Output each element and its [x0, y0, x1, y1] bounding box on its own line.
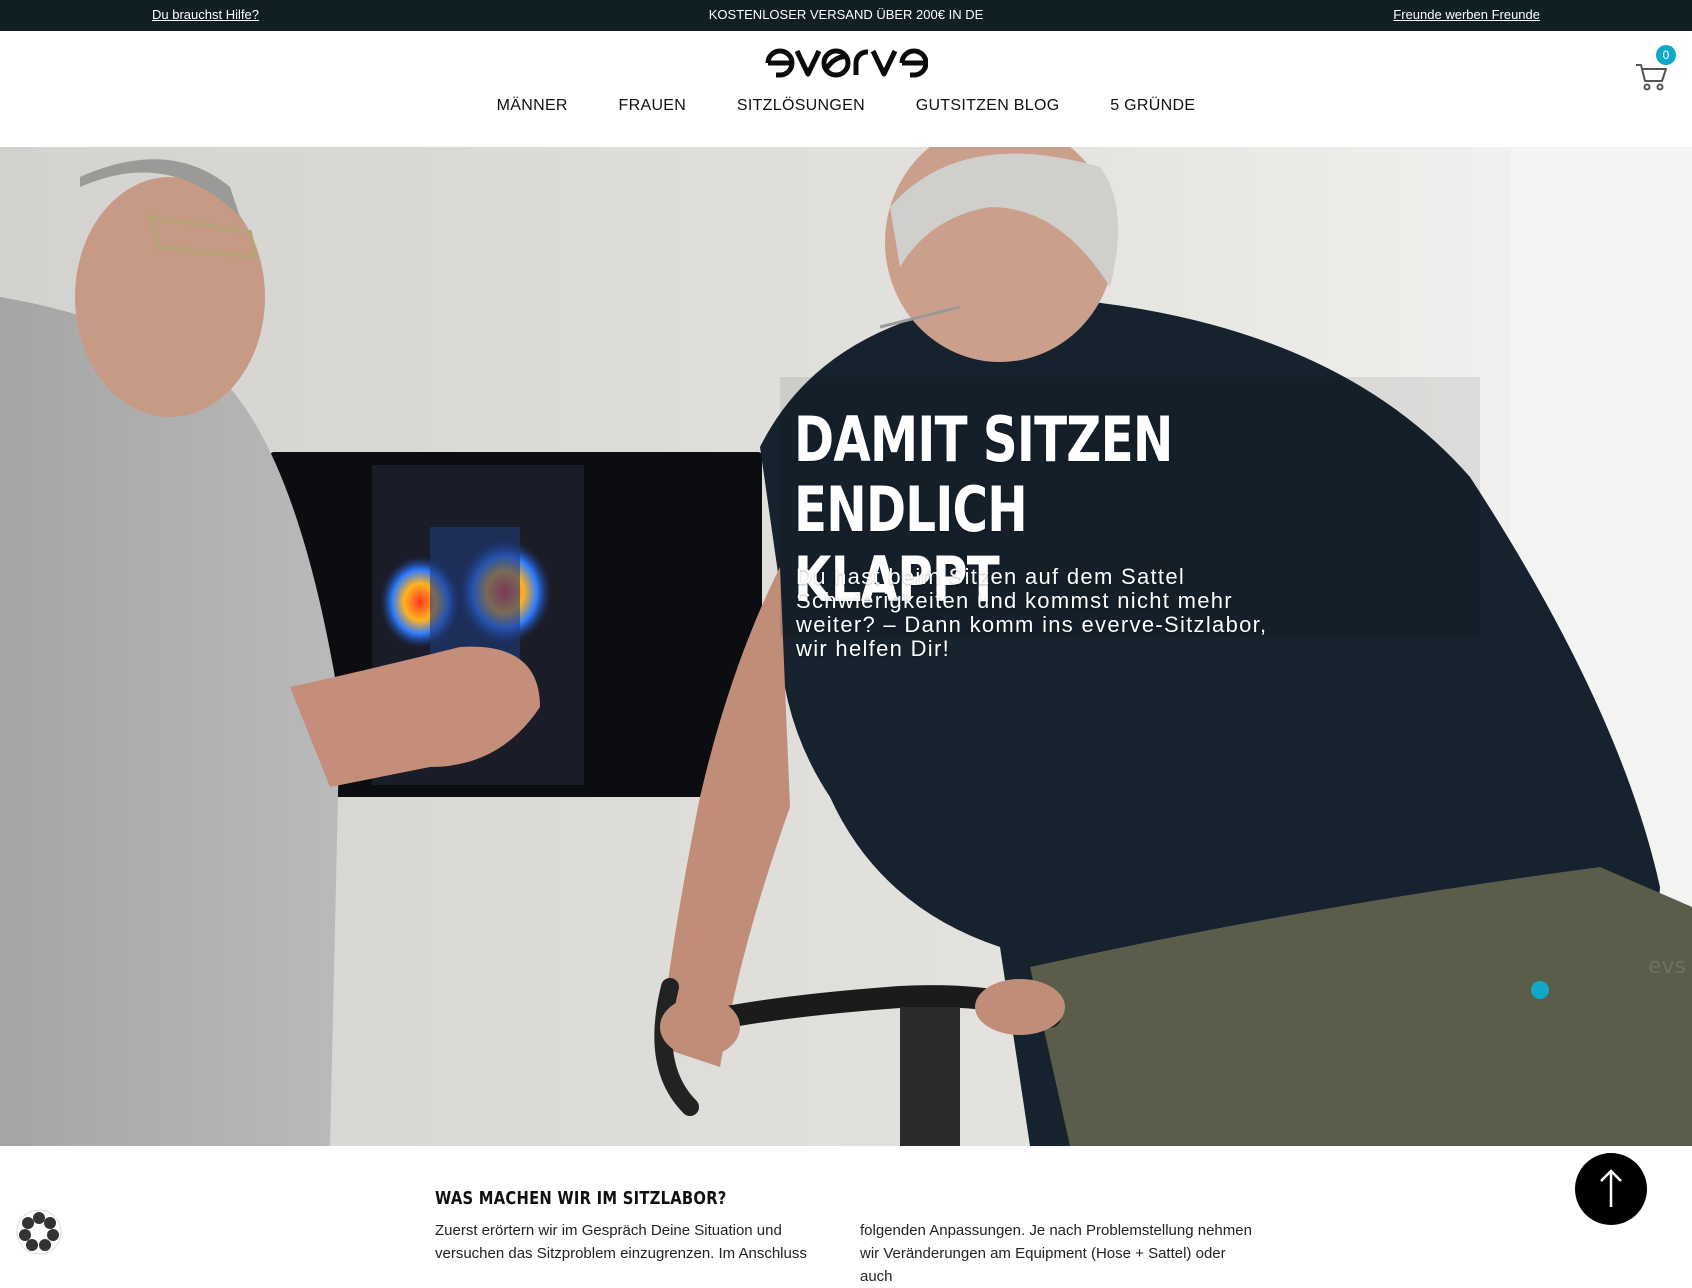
paragraph-line: Zuerst erörtern wir im Gespräch Deine Si…: [435, 1222, 782, 1239]
hero-subtitle: Du hast beim Sitzen auf dem Sattel Schwi…: [796, 565, 1296, 661]
cookie-icon: [16, 1209, 62, 1255]
cookie-settings-button[interactable]: [14, 1207, 64, 1257]
paragraph-line: wir Veränderungen am Equipment (Hose + S…: [860, 1245, 1226, 1285]
hero-subtitle-line: Schwierigkeiten und kommst nicht mehr: [796, 588, 1233, 613]
everve-logo[interactable]: [764, 43, 928, 81]
cart-count-badge: 0: [1656, 45, 1676, 65]
hero-title-line-1: DAMIT SITZEN ENDLICH: [794, 403, 1173, 546]
site-header: MÄNNER FRAUEN SITZLÖSUNGEN GUTSITZEN BLO…: [0, 31, 1692, 147]
sitzlabor-section: WAS MACHEN WIR IM SITZLABOR? Zuerst erör…: [0, 1146, 1692, 1285]
nav-item-maenner[interactable]: MÄNNER: [497, 97, 568, 115]
hero-subtitle-line: wir helfen Dir!: [796, 636, 950, 661]
arrow-up-icon: [1600, 1169, 1622, 1207]
nav-item-frauen[interactable]: FRAUEN: [619, 97, 687, 115]
nav-item-sitzloesungen[interactable]: SITZLÖSUNGEN: [737, 97, 865, 115]
help-link[interactable]: Du brauchst Hilfe?: [152, 7, 259, 23]
nav-item-5-gruende[interactable]: 5 GRÜNDE: [1110, 97, 1195, 115]
main-nav: MÄNNER FRAUEN SITZLÖSUNGEN GUTSITZEN BLO…: [0, 97, 1692, 115]
announcement-bar: Du brauchst Hilfe? KOSTENLOSER VERSAND Ü…: [0, 0, 1692, 31]
hero-subtitle-line: weiter? – Dann komm ins everve-Sitzlabor…: [796, 612, 1268, 637]
paragraph-line: folgenden Anpassungen. Je nach Problemst…: [860, 1222, 1252, 1239]
shorts-brand-text: evs: [1648, 954, 1686, 979]
nav-item-gutsitzen-blog[interactable]: GUTSITZEN BLOG: [916, 97, 1060, 115]
paragraph-line: versuchen das Sitzproblem einzugrenzen. …: [435, 1245, 807, 1262]
back-to-top-button[interactable]: [1575, 1153, 1647, 1225]
referral-link[interactable]: Freunde werben Freunde: [1393, 7, 1540, 23]
section-text-col-1: Zuerst erörtern wir im Gespräch Deine Si…: [435, 1219, 835, 1265]
section-title: WAS MACHEN WIR IM SITZLABOR?: [435, 1188, 727, 1209]
hero-subtitle-line: Du hast beim Sitzen auf dem Sattel: [796, 564, 1186, 589]
cart-button[interactable]: 0: [1634, 45, 1676, 91]
section-text-col-2: folgenden Anpassungen. Je nach Problemst…: [860, 1219, 1260, 1288]
logo[interactable]: [0, 43, 1692, 86]
hero-section: evs DAMIT SITZEN ENDLICH KLAPPT Du hast …: [0, 147, 1692, 1146]
